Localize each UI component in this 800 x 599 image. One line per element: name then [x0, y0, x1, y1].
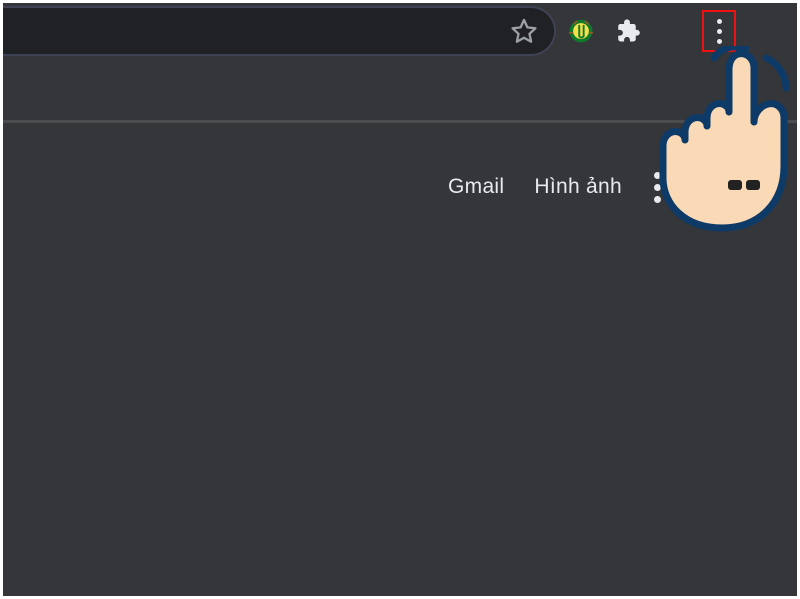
images-link[interactable]: Hình ảnh — [534, 175, 622, 199]
bookmark-star-icon[interactable] — [510, 17, 538, 45]
idm-extension-icon[interactable] — [564, 14, 598, 48]
gmail-link[interactable]: Gmail — [448, 175, 504, 199]
google-header-row: Gmail Hình ảnh — [448, 158, 774, 216]
browser-toolbar — [0, 0, 800, 62]
toolbar-divider — [0, 120, 800, 123]
extensions-puzzle-icon[interactable] — [610, 14, 644, 48]
profile-avatar-icon[interactable] — [656, 14, 690, 48]
account-avatar[interactable] — [716, 158, 774, 216]
toolbar-action-icons — [564, 6, 736, 56]
google-apps-grid-icon[interactable] — [652, 170, 686, 204]
kebab-icon — [717, 19, 722, 44]
chrome-menu-button[interactable] — [702, 10, 736, 52]
omnibox[interactable] — [0, 6, 556, 56]
